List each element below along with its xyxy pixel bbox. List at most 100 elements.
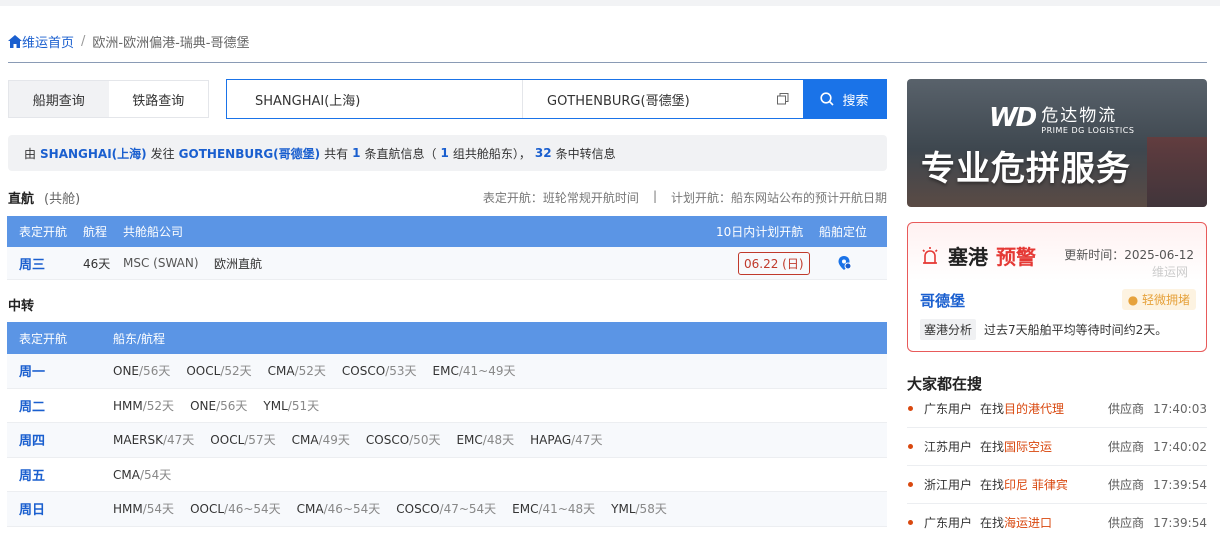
carrier-days: /49天 [318,433,350,448]
carrier-item[interactable]: OOCL/52天 [186,362,251,379]
carrier-item[interactable]: COSCO/47~54天 [396,500,496,517]
carrier-name: CMA [296,502,324,517]
carrier-item[interactable]: HAPAG/47天 [530,431,602,448]
carrier-name: COSCO [341,364,386,379]
carrier-days: /48天 [482,433,515,448]
table-row[interactable]: 周二 HMM/52天 ONE/56天 YML/51天 [7,388,887,423]
carrier-name: COSCO [365,433,410,448]
carrier-item[interactable]: COSCO/53天 [342,362,417,379]
hot-keyword[interactable]: 印尼 菲律宾 [1004,476,1068,493]
breadcrumb-home-label: 维运首页 [22,35,75,51]
note-scheduled: 表定开航：班轮常规开航时间 [482,191,639,205]
bullet-icon [908,444,913,449]
destination-input[interactable]: GOTHENBURG(哥德堡) [523,80,803,118]
carrier-days: /54天 [139,467,172,482]
carrier-item[interactable]: CMA/54天 [113,466,171,483]
carrier-item[interactable]: YML/51天 [263,397,319,414]
carrier-days: /47~54天 [439,502,497,517]
list-item[interactable]: 广东用户 在找 海运进口 供应商 17:39:54 [907,504,1207,536]
carrier-item[interactable]: YML/58天 [611,500,667,517]
search-button[interactable]: 搜索 [803,80,886,118]
carrier-item[interactable]: ONE/56天 [190,397,247,414]
hot-keyword[interactable]: 海运进口 [1004,514,1052,531]
bullet-icon [908,406,913,411]
carrier-item[interactable]: EMC/41~49天 [433,362,516,379]
carrier-name: EMC [456,433,483,448]
carrier-item[interactable]: OOCL/57天 [210,431,275,448]
carrier-item[interactable]: COSCO/50天 [366,431,441,448]
alert-title-a: 塞港 [948,245,988,269]
origin-input[interactable]: SHANGHAI(上海) [227,80,523,118]
analysis-text: 过去7天船舶平均等待时间约2天。 [984,323,1168,337]
breadcrumb-current: 欧洲-欧洲偏港-瑞典-哥德堡 [92,35,250,51]
carrier-name: YML [611,502,636,517]
tab-schedule[interactable]: 船期查询 [9,81,109,117]
tab-railway[interactable]: 铁路查询 [109,81,209,117]
direct-subtitle: (共舱) [44,192,81,207]
carrier-item[interactable]: ONE/56天 [113,362,170,379]
carrier-days: /47天 [571,433,603,448]
hot-user: 广东用户 [924,402,973,416]
table-row[interactable]: 周一 ONE/56天 OOCL/52天 CMA/52天 COSCO/53天 EMC/41~… [7,354,887,389]
hot-find: 在找 [980,440,1005,454]
carrier-item[interactable]: CMA/49天 [292,431,350,448]
carrier-days: /46~54天 [323,502,381,517]
banner-logo: WD 危达物流 PRIME DG LOGISTICS [989,101,1134,135]
transfer-rows: 周一 ONE/56天 OOCL/52天 CMA/52天 COSCO/53天 EMC/41~… [7,354,887,527]
summary-text: 共有 [324,146,349,161]
destination-value: GOTHENBURG(哥德堡) [547,93,690,109]
promo-banner[interactable]: WD 危达物流 PRIME DG LOGISTICS 专业危拼服务 [907,79,1207,207]
list-item[interactable]: 浙江用户 在找 印尼 菲律宾 供应商 17:39:54 [907,466,1207,504]
col-day: 表定开航 [19,331,68,346]
hot-find: 在找 [980,516,1005,530]
breadcrumb-divider [8,62,1207,63]
carrier-days: /56天 [139,364,171,379]
alert-city[interactable]: 哥德堡 [920,290,965,311]
swap-copy-icon[interactable] [777,93,789,105]
table-row[interactable]: 周四 MAERSK/47天 OOCL/57天 CMA/49天 COSCO/50天 EMC/… [7,423,887,458]
carrier-name: YML [263,398,288,413]
plan-date-badge[interactable]: 06.22 (日) [738,251,810,275]
table-row[interactable]: 周日 HMM/54天 OOCL/46~54天 CMA/46~54天 COSCO/47~5… [7,492,887,527]
carrier-name: COSCO [396,502,440,517]
carrier-item[interactable]: HMM/52天 [113,397,174,414]
carrier-name: EMC [432,364,459,379]
breadcrumb-home[interactable]: 维运首页 [8,32,74,51]
carrier-name: CMA [113,467,140,482]
logo-cn: 危达物流 [1041,106,1118,126]
carrier-item[interactable]: HMM/54天 [113,500,174,517]
ship-image [1147,137,1207,207]
row-carrier[interactable]: MSC (SWAN) [123,256,199,270]
hot-find: 在找 [980,478,1005,492]
list-item[interactable]: 广东用户 在找 目的港代理 供应商 17:40:03 [907,390,1207,428]
list-item[interactable]: 江苏用户 在找 国际空运 供应商 17:40:02 [907,428,1207,466]
table-row[interactable]: 周五 CMA/54天 [7,457,887,492]
carrier-days: /54天 [142,502,175,517]
search-icon [820,92,835,106]
carrier-list: HMM/52天 ONE/56天 YML/51天 [113,397,335,414]
carrier-name: CMA [291,433,319,448]
hot-keyword[interactable]: 国际空运 [1004,438,1052,455]
carrier-list: CMA/54天 [113,466,187,483]
carrier-item[interactable]: OOCL/46~54天 [190,500,281,517]
carrier-name: OOCL [210,433,245,448]
carrier-days: /41~49天 [458,364,516,379]
alert-watermark: 维运网 [1151,265,1188,279]
summary-text: 条直航信息（ [364,146,437,161]
table-row[interactable]: 周三 46天 MSC (SWAN) 欧洲直航 06.22 (日) [7,247,887,280]
hot-keyword[interactable]: 目的港代理 [1004,400,1064,417]
carrier-days: /47天 [162,433,195,448]
carrier-item[interactable]: EMC/48天 [456,431,514,448]
carrier-name: CMA [267,364,295,379]
ship-locate-icon[interactable] [836,255,852,271]
carrier-item[interactable]: CMA/46~54天 [297,500,381,517]
hot-role: 供应商 [1108,516,1145,530]
direct-table-header: 表定开航 航程 共舱船公司 10日内计划开航 船舶定位 [7,216,887,247]
carrier-item[interactable]: MAERSK/47天 [113,431,194,448]
col-duration: 航程 [83,225,108,239]
carrier-name: EMC [512,502,539,517]
carrier-item[interactable]: CMA/52天 [268,362,326,379]
col-carrier: 共舱船公司 [123,225,184,239]
carrier-item[interactable]: EMC/41~48天 [512,500,595,517]
alarm-icon [922,246,938,264]
